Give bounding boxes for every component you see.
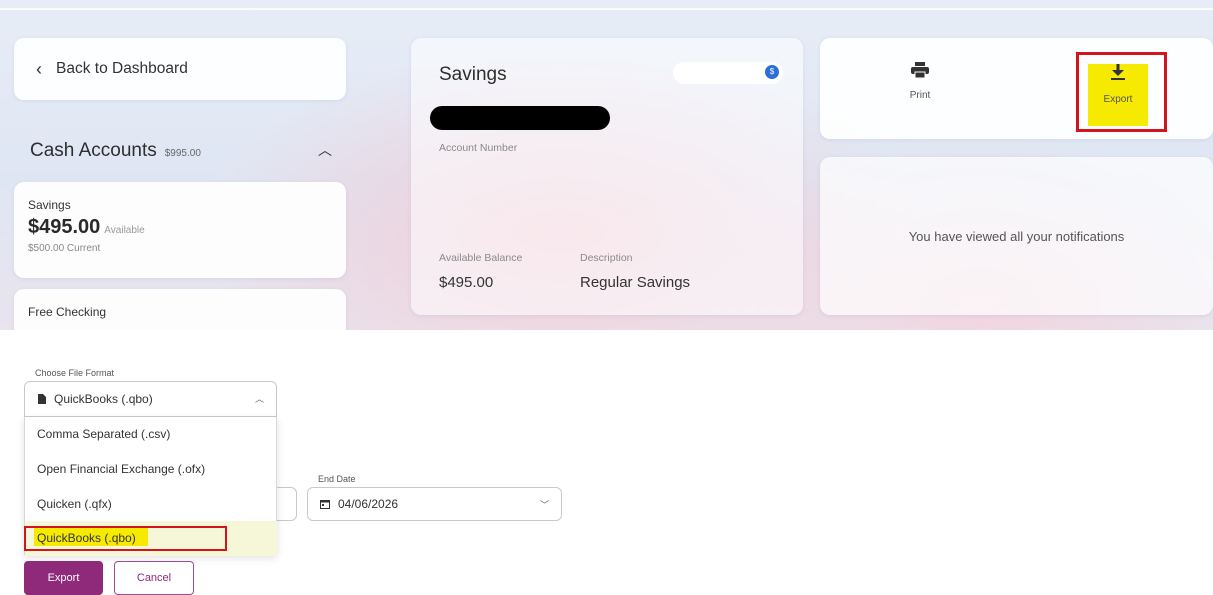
cash-accounts-total: $995.00 <box>164 148 201 159</box>
calendar-icon <box>320 500 330 509</box>
file-format-value: QuickBooks (.qbo) <box>54 392 153 406</box>
option-ofx[interactable]: Open Financial Exchange (.ofx) <box>25 452 277 487</box>
file-format-select[interactable]: QuickBooks (.qbo) ︿ <box>24 381 277 417</box>
back-to-dashboard-button[interactable]: ‹ Back to Dashboard <box>14 38 346 100</box>
account-toggle[interactable]: $ <box>673 62 783 84</box>
account-overview-screenshot: ‹ Back to Dashboard Cash Accounts $995.0… <box>0 0 1213 330</box>
divider <box>0 8 1213 10</box>
account-card-savings[interactable]: Savings $495.00 Available $500.00 Current <box>14 182 346 278</box>
available-balance-value: $495.00 <box>439 274 494 291</box>
available-label: Available <box>104 225 145 236</box>
file-format-label: Choose File Format <box>35 368 115 378</box>
notifications-message: You have viewed all your notifications <box>908 228 1125 244</box>
chevron-down-icon: ﹀ <box>539 500 549 510</box>
chevron-up-icon[interactable]: ︿ <box>318 140 332 160</box>
back-to-dashboard-label: Back to Dashboard <box>56 60 188 77</box>
dollar-icon: $ <box>765 65 779 79</box>
notifications-card: You have viewed all your notifications <box>820 157 1213 315</box>
cash-accounts-title: Cash Accounts <box>30 140 157 161</box>
description-label: Description <box>580 252 633 264</box>
account-number-label: Account Number <box>439 142 518 154</box>
end-date-field[interactable]: 04/06/2026 ﹀ <box>307 487 562 521</box>
cash-accounts-header[interactable]: Cash Accounts $995.00 ︿ <box>30 140 346 162</box>
chevron-left-icon: ‹ <box>36 58 42 79</box>
account-balance: $495.00 <box>28 216 101 238</box>
export-annotation-box <box>1076 52 1167 132</box>
qbo-annotation-box <box>24 526 227 551</box>
file-icon <box>38 394 46 404</box>
end-date-value: 04/06/2026 <box>338 497 399 511</box>
print-button[interactable]: Print <box>898 62 942 101</box>
current-balance: $500.00 Current <box>28 243 101 254</box>
option-qfx[interactable]: Quicken (.qfx) <box>25 487 277 522</box>
account-name: Savings <box>28 198 71 212</box>
option-csv[interactable]: Comma Separated (.csv) <box>25 417 277 452</box>
chevron-up-icon: ︿ <box>254 394 264 404</box>
end-date-label: End Date <box>318 474 356 484</box>
available-balance-label: Available Balance <box>439 252 523 264</box>
account-card-free-checking[interactable]: Free Checking <box>14 289 346 330</box>
account-name: Free Checking <box>28 305 107 319</box>
print-label: Print <box>909 90 931 101</box>
start-date-field[interactable] <box>277 487 297 521</box>
description-value: Regular Savings <box>580 274 691 291</box>
account-detail-card: Savings $ Account Number Available Balan… <box>411 38 803 315</box>
printer-icon <box>911 62 929 78</box>
account-balance-row: $495.00 Available <box>28 216 332 239</box>
redacted-account-number <box>430 106 610 130</box>
